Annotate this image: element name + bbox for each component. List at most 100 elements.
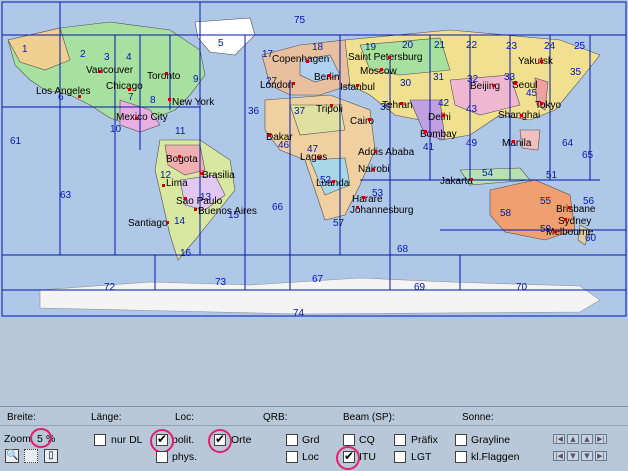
zone-14: 14 (174, 216, 186, 227)
city-beijing: Beijing (470, 81, 500, 92)
header-beam: Beam (SP): (343, 412, 395, 423)
city-delhi: Delhi (428, 112, 451, 123)
first-down-icon[interactable]: |◀ (553, 451, 565, 461)
zone-57: 57 (333, 218, 345, 229)
city-moscow: Moscow (360, 66, 397, 77)
city-lima: Lima (166, 178, 188, 189)
zone-9: 9 (193, 74, 199, 85)
zone-68: 68 (397, 244, 409, 255)
last-icon[interactable]: ▶| (595, 434, 607, 444)
city-brisbane: Brisbane (556, 204, 596, 215)
city-tripoli: Tripoli (316, 104, 343, 115)
zone-63: 63 (60, 190, 72, 201)
zone-31: 31 (433, 72, 445, 83)
zone-35: 35 (570, 67, 582, 78)
city-buenos-aires: Buenos Aires (198, 206, 257, 217)
zone-2: 2 (80, 49, 86, 60)
zone-5: 5 (218, 38, 224, 49)
praefix-checkbox[interactable] (394, 434, 406, 446)
down-icon[interactable]: ▼ (567, 451, 579, 461)
zone-74: 74 (293, 308, 305, 319)
dotted-rect-icon[interactable] (24, 449, 38, 463)
loc-checkbox[interactable] (286, 451, 298, 463)
itu-checkbox[interactable] (343, 449, 355, 463)
city-seoul: Seoul (512, 80, 538, 91)
zone-67: 67 (312, 274, 324, 285)
city-london: London (260, 80, 293, 91)
itu-label: ITU (359, 451, 376, 463)
magnifier-icon[interactable]: 🔍 (5, 449, 19, 463)
polit-checkbox[interactable] (156, 432, 168, 446)
zone-22: 22 (466, 40, 478, 51)
grd-label: Grd (302, 434, 320, 446)
zone-25: 25 (574, 41, 586, 52)
orte-checkbox[interactable] (214, 432, 226, 446)
phys-label: phys. (172, 451, 198, 463)
lgt-label: LGT (411, 451, 432, 463)
next-icon[interactable]: ▲ (581, 434, 593, 444)
panel-divider (0, 425, 628, 426)
city-copenhagen: Copenhagen (272, 54, 329, 65)
kl-flaggen-checkbox[interactable] (455, 451, 467, 463)
cq-checkbox[interactable] (343, 434, 355, 446)
city-melbourne: Melbourne (546, 227, 594, 238)
zone-43: 43 (466, 104, 478, 115)
zoom-unit: % (46, 433, 56, 445)
zoom-label: Zoom (4, 433, 31, 445)
city-bogota: Bogota (166, 154, 198, 165)
city-santiago: Santiago (128, 218, 168, 229)
zone-20: 20 (402, 40, 414, 51)
zone-61: 61 (10, 136, 22, 147)
zone-69: 69 (414, 282, 426, 293)
city-luanda: Luanda (316, 178, 350, 189)
city-toronto: Toronto (147, 71, 181, 82)
city-tehran: Tehran (382, 100, 413, 111)
nur-dl-checkbox[interactable] (94, 434, 106, 446)
kl-flaggen-label: kl.Flaggen (471, 451, 520, 463)
zoom-value[interactable]: 5 (37, 433, 43, 445)
zone-10: 10 (110, 124, 122, 135)
up-icon[interactable]: ▼ (581, 451, 593, 461)
grd-checkbox[interactable] (286, 434, 298, 446)
city-johannesburg: Johannesburg (350, 205, 413, 216)
zone-58: 58 (500, 208, 512, 219)
nur-dl-label: nur DL (111, 434, 143, 446)
city-lagos: Lagos (300, 152, 327, 163)
page-icon[interactable]: ▯ (44, 449, 58, 463)
zone-3: 3 (104, 52, 110, 63)
zone-42: 42 (438, 98, 450, 109)
last-up-icon[interactable]: ▶| (595, 451, 607, 461)
prev-icon[interactable]: ▲ (567, 434, 579, 444)
zone-8: 8 (150, 95, 156, 106)
zone-70: 70 (516, 282, 528, 293)
header-loc: Loc: (175, 412, 194, 423)
zone-21: 21 (434, 40, 446, 51)
city-sydney: Sydney (558, 216, 591, 227)
zone-16: 16 (180, 248, 192, 259)
city-shanghai: Shanghai (498, 110, 540, 121)
zone-66: 66 (272, 202, 284, 213)
city-chicago: Chicago (106, 81, 143, 92)
zone-7: 7 (128, 92, 134, 103)
empty-area (0, 320, 628, 406)
lgt-checkbox[interactable] (394, 451, 406, 463)
cq-label: CQ (359, 434, 375, 446)
header-breite: Breite: (7, 412, 36, 423)
first-icon[interactable]: |◀ (553, 434, 565, 444)
city-new-york: New York (172, 97, 215, 108)
zone-54: 54 (482, 168, 494, 179)
zone-55: 55 (540, 196, 552, 207)
world-map[interactable]: 1 2 3 4 5 6 7 8 9 10 11 12 13 14 15 16 1… (0, 0, 628, 320)
city-yakutsk: Yakutsk (518, 56, 554, 67)
praefix-label: Präfix (411, 434, 438, 446)
header-sonne: Sonne: (462, 412, 494, 423)
city-los-angeles: Los Angeles (36, 86, 91, 97)
header-laenge: Länge: (91, 412, 122, 423)
phys-checkbox[interactable] (156, 451, 168, 463)
orte-label: Orte (231, 434, 252, 446)
zone-65: 65 (582, 150, 594, 161)
city-mexico-city: Mexico City (116, 112, 168, 123)
grayline-label: Grayline (471, 434, 511, 446)
grayline-checkbox[interactable] (455, 434, 467, 446)
polit-label: polit. (172, 434, 195, 446)
